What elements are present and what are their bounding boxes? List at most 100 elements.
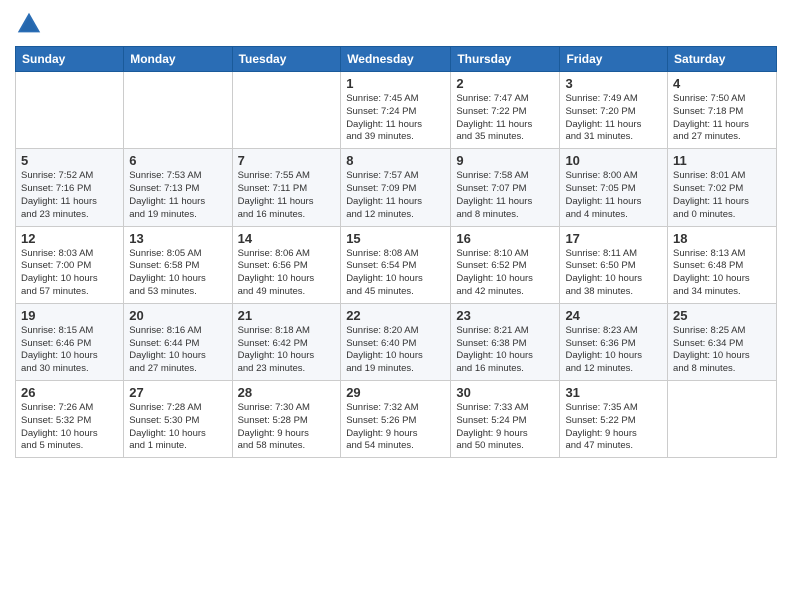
calendar-day-cell (124, 72, 232, 149)
day-number: 1 (346, 76, 445, 91)
day-info: Sunrise: 7:32 AM Sunset: 5:26 PM Dayligh… (346, 402, 445, 453)
day-info: Sunrise: 7:28 AM Sunset: 5:30 PM Dayligh… (129, 402, 226, 453)
calendar-day-cell: 28 Sunrise: 7:30 AM Sunset: 5:28 PM Dayli… (232, 381, 341, 458)
calendar-day-cell: 27 Sunrise: 7:28 AM Sunset: 5:30 PM Dayli… (124, 381, 232, 458)
day-number: 30 (456, 385, 554, 400)
day-number: 21 (238, 308, 336, 323)
day-number: 10 (565, 153, 662, 168)
calendar-day-cell: 4 Sunrise: 7:50 AM Sunset: 7:18 PM Daylig… (668, 72, 777, 149)
calendar-header-row: SundayMondayTuesdayWednesdayThursdayFrid… (16, 47, 777, 72)
day-number: 19 (21, 308, 118, 323)
day-info: Sunrise: 8:21 AM Sunset: 6:38 PM Dayligh… (456, 325, 554, 376)
day-info: Sunrise: 7:55 AM Sunset: 7:11 PM Dayligh… (238, 170, 336, 221)
day-info: Sunrise: 8:13 AM Sunset: 6:48 PM Dayligh… (673, 248, 771, 299)
day-number: 20 (129, 308, 226, 323)
calendar-day-cell (16, 72, 124, 149)
day-number: 22 (346, 308, 445, 323)
day-info: Sunrise: 8:05 AM Sunset: 6:58 PM Dayligh… (129, 248, 226, 299)
day-info: Sunrise: 8:01 AM Sunset: 7:02 PM Dayligh… (673, 170, 771, 221)
calendar-day-cell: 16 Sunrise: 8:10 AM Sunset: 6:52 PM Dayli… (451, 226, 560, 303)
day-number: 14 (238, 231, 336, 246)
calendar-day-cell: 21Sunrise: 8:18 AM Sunset: 6:42 PM Dayli… (232, 303, 341, 380)
calendar-week-row: 26 Sunrise: 7:26 AM Sunset: 5:32 PM Dayli… (16, 381, 777, 458)
day-info: Sunrise: 7:47 AM Sunset: 7:22 PM Dayligh… (456, 93, 554, 144)
header (15, 10, 777, 38)
day-number: 31 (565, 385, 662, 400)
day-number: 17 (565, 231, 662, 246)
day-number: 8 (346, 153, 445, 168)
day-number: 26 (21, 385, 118, 400)
page: SundayMondayTuesdayWednesdayThursdayFrid… (0, 0, 792, 612)
calendar-week-row: 19 Sunrise: 8:15 AM Sunset: 6:46 PM Dayli… (16, 303, 777, 380)
day-info: Sunrise: 8:10 AM Sunset: 6:52 PM Dayligh… (456, 248, 554, 299)
day-info: Sunrise: 7:50 AM Sunset: 7:18 PM Dayligh… (673, 93, 771, 144)
day-info: Sunrise: 7:58 AM Sunset: 7:07 PM Dayligh… (456, 170, 554, 221)
day-number: 9 (456, 153, 554, 168)
day-info: Sunrise: 8:16 AM Sunset: 6:44 PM Dayligh… (129, 325, 226, 376)
calendar-day-cell: 11 Sunrise: 8:01 AM Sunset: 7:02 PM Dayli… (668, 149, 777, 226)
calendar-day-header: Thursday (451, 47, 560, 72)
day-number: 11 (673, 153, 771, 168)
calendar-day-cell (668, 381, 777, 458)
day-number: 6 (129, 153, 226, 168)
day-number: 27 (129, 385, 226, 400)
day-number: 12 (21, 231, 118, 246)
calendar-day-cell: 8 Sunrise: 7:57 AM Sunset: 7:09 PM Daylig… (341, 149, 451, 226)
day-info: Sunrise: 7:45 AM Sunset: 7:24 PM Dayligh… (346, 93, 445, 144)
day-info: Sunrise: 7:57 AM Sunset: 7:09 PM Dayligh… (346, 170, 445, 221)
calendar-day-cell: 22 Sunrise: 8:20 AM Sunset: 6:40 PM Dayli… (341, 303, 451, 380)
calendar-day-cell: 29 Sunrise: 7:32 AM Sunset: 5:26 PM Dayli… (341, 381, 451, 458)
calendar-day-cell: 31 Sunrise: 7:35 AM Sunset: 5:22 PM Dayli… (560, 381, 668, 458)
day-number: 25 (673, 308, 771, 323)
day-info: Sunrise: 7:33 AM Sunset: 5:24 PM Dayligh… (456, 402, 554, 453)
calendar-table: SundayMondayTuesdayWednesdayThursdayFrid… (15, 46, 777, 458)
day-info: Sunrise: 8:03 AM Sunset: 7:00 PM Dayligh… (21, 248, 118, 299)
day-info: Sunrise: 8:25 AM Sunset: 6:34 PM Dayligh… (673, 325, 771, 376)
calendar-day-cell: 17Sunrise: 8:11 AM Sunset: 6:50 PM Dayli… (560, 226, 668, 303)
day-number: 13 (129, 231, 226, 246)
calendar-day-cell: 2 Sunrise: 7:47 AM Sunset: 7:22 PM Daylig… (451, 72, 560, 149)
calendar-week-row: 5 Sunrise: 7:52 AM Sunset: 7:16 PM Daylig… (16, 149, 777, 226)
calendar-day-cell: 23 Sunrise: 8:21 AM Sunset: 6:38 PM Dayli… (451, 303, 560, 380)
calendar-day-cell: 30 Sunrise: 7:33 AM Sunset: 5:24 PM Dayli… (451, 381, 560, 458)
calendar-day-cell: 3 Sunrise: 7:49 AM Sunset: 7:20 PM Daylig… (560, 72, 668, 149)
day-number: 4 (673, 76, 771, 91)
calendar-day-cell: 18Sunrise: 8:13 AM Sunset: 6:48 PM Dayli… (668, 226, 777, 303)
day-info: Sunrise: 7:26 AM Sunset: 5:32 PM Dayligh… (21, 402, 118, 453)
day-number: 16 (456, 231, 554, 246)
calendar-day-cell (232, 72, 341, 149)
calendar-day-cell: 24Sunrise: 8:23 AM Sunset: 6:36 PM Dayli… (560, 303, 668, 380)
day-info: Sunrise: 7:30 AM Sunset: 5:28 PM Dayligh… (238, 402, 336, 453)
calendar-day-cell: 5 Sunrise: 7:52 AM Sunset: 7:16 PM Daylig… (16, 149, 124, 226)
day-info: Sunrise: 8:06 AM Sunset: 6:56 PM Dayligh… (238, 248, 336, 299)
calendar-day-header: Sunday (16, 47, 124, 72)
day-info: Sunrise: 7:53 AM Sunset: 7:13 PM Dayligh… (129, 170, 226, 221)
day-info: Sunrise: 7:35 AM Sunset: 5:22 PM Dayligh… (565, 402, 662, 453)
logo (15, 10, 47, 38)
calendar-day-cell: 6 Sunrise: 7:53 AM Sunset: 7:13 PM Daylig… (124, 149, 232, 226)
calendar-day-cell: 25 Sunrise: 8:25 AM Sunset: 6:34 PM Dayli… (668, 303, 777, 380)
day-info: Sunrise: 8:00 AM Sunset: 7:05 PM Dayligh… (565, 170, 662, 221)
calendar-day-header: Tuesday (232, 47, 341, 72)
day-number: 28 (238, 385, 336, 400)
calendar-day-cell: 14 Sunrise: 8:06 AM Sunset: 6:56 PM Dayli… (232, 226, 341, 303)
calendar-day-header: Saturday (668, 47, 777, 72)
day-info: Sunrise: 7:52 AM Sunset: 7:16 PM Dayligh… (21, 170, 118, 221)
day-number: 5 (21, 153, 118, 168)
calendar-day-cell: 1 Sunrise: 7:45 AM Sunset: 7:24 PM Daylig… (341, 72, 451, 149)
calendar-day-cell: 9 Sunrise: 7:58 AM Sunset: 7:07 PM Daylig… (451, 149, 560, 226)
day-number: 23 (456, 308, 554, 323)
day-number: 2 (456, 76, 554, 91)
day-info: Sunrise: 8:08 AM Sunset: 6:54 PM Dayligh… (346, 248, 445, 299)
day-number: 3 (565, 76, 662, 91)
day-info: Sunrise: 7:49 AM Sunset: 7:20 PM Dayligh… (565, 93, 662, 144)
calendar-day-cell: 15Sunrise: 8:08 AM Sunset: 6:54 PM Dayli… (341, 226, 451, 303)
calendar-day-cell: 7Sunrise: 7:55 AM Sunset: 7:11 PM Daylig… (232, 149, 341, 226)
calendar-day-cell: 20 Sunrise: 8:16 AM Sunset: 6:44 PM Dayli… (124, 303, 232, 380)
day-info: Sunrise: 8:15 AM Sunset: 6:46 PM Dayligh… (21, 325, 118, 376)
day-number: 29 (346, 385, 445, 400)
calendar-day-header: Wednesday (341, 47, 451, 72)
calendar-day-header: Friday (560, 47, 668, 72)
day-number: 24 (565, 308, 662, 323)
day-info: Sunrise: 8:20 AM Sunset: 6:40 PM Dayligh… (346, 325, 445, 376)
